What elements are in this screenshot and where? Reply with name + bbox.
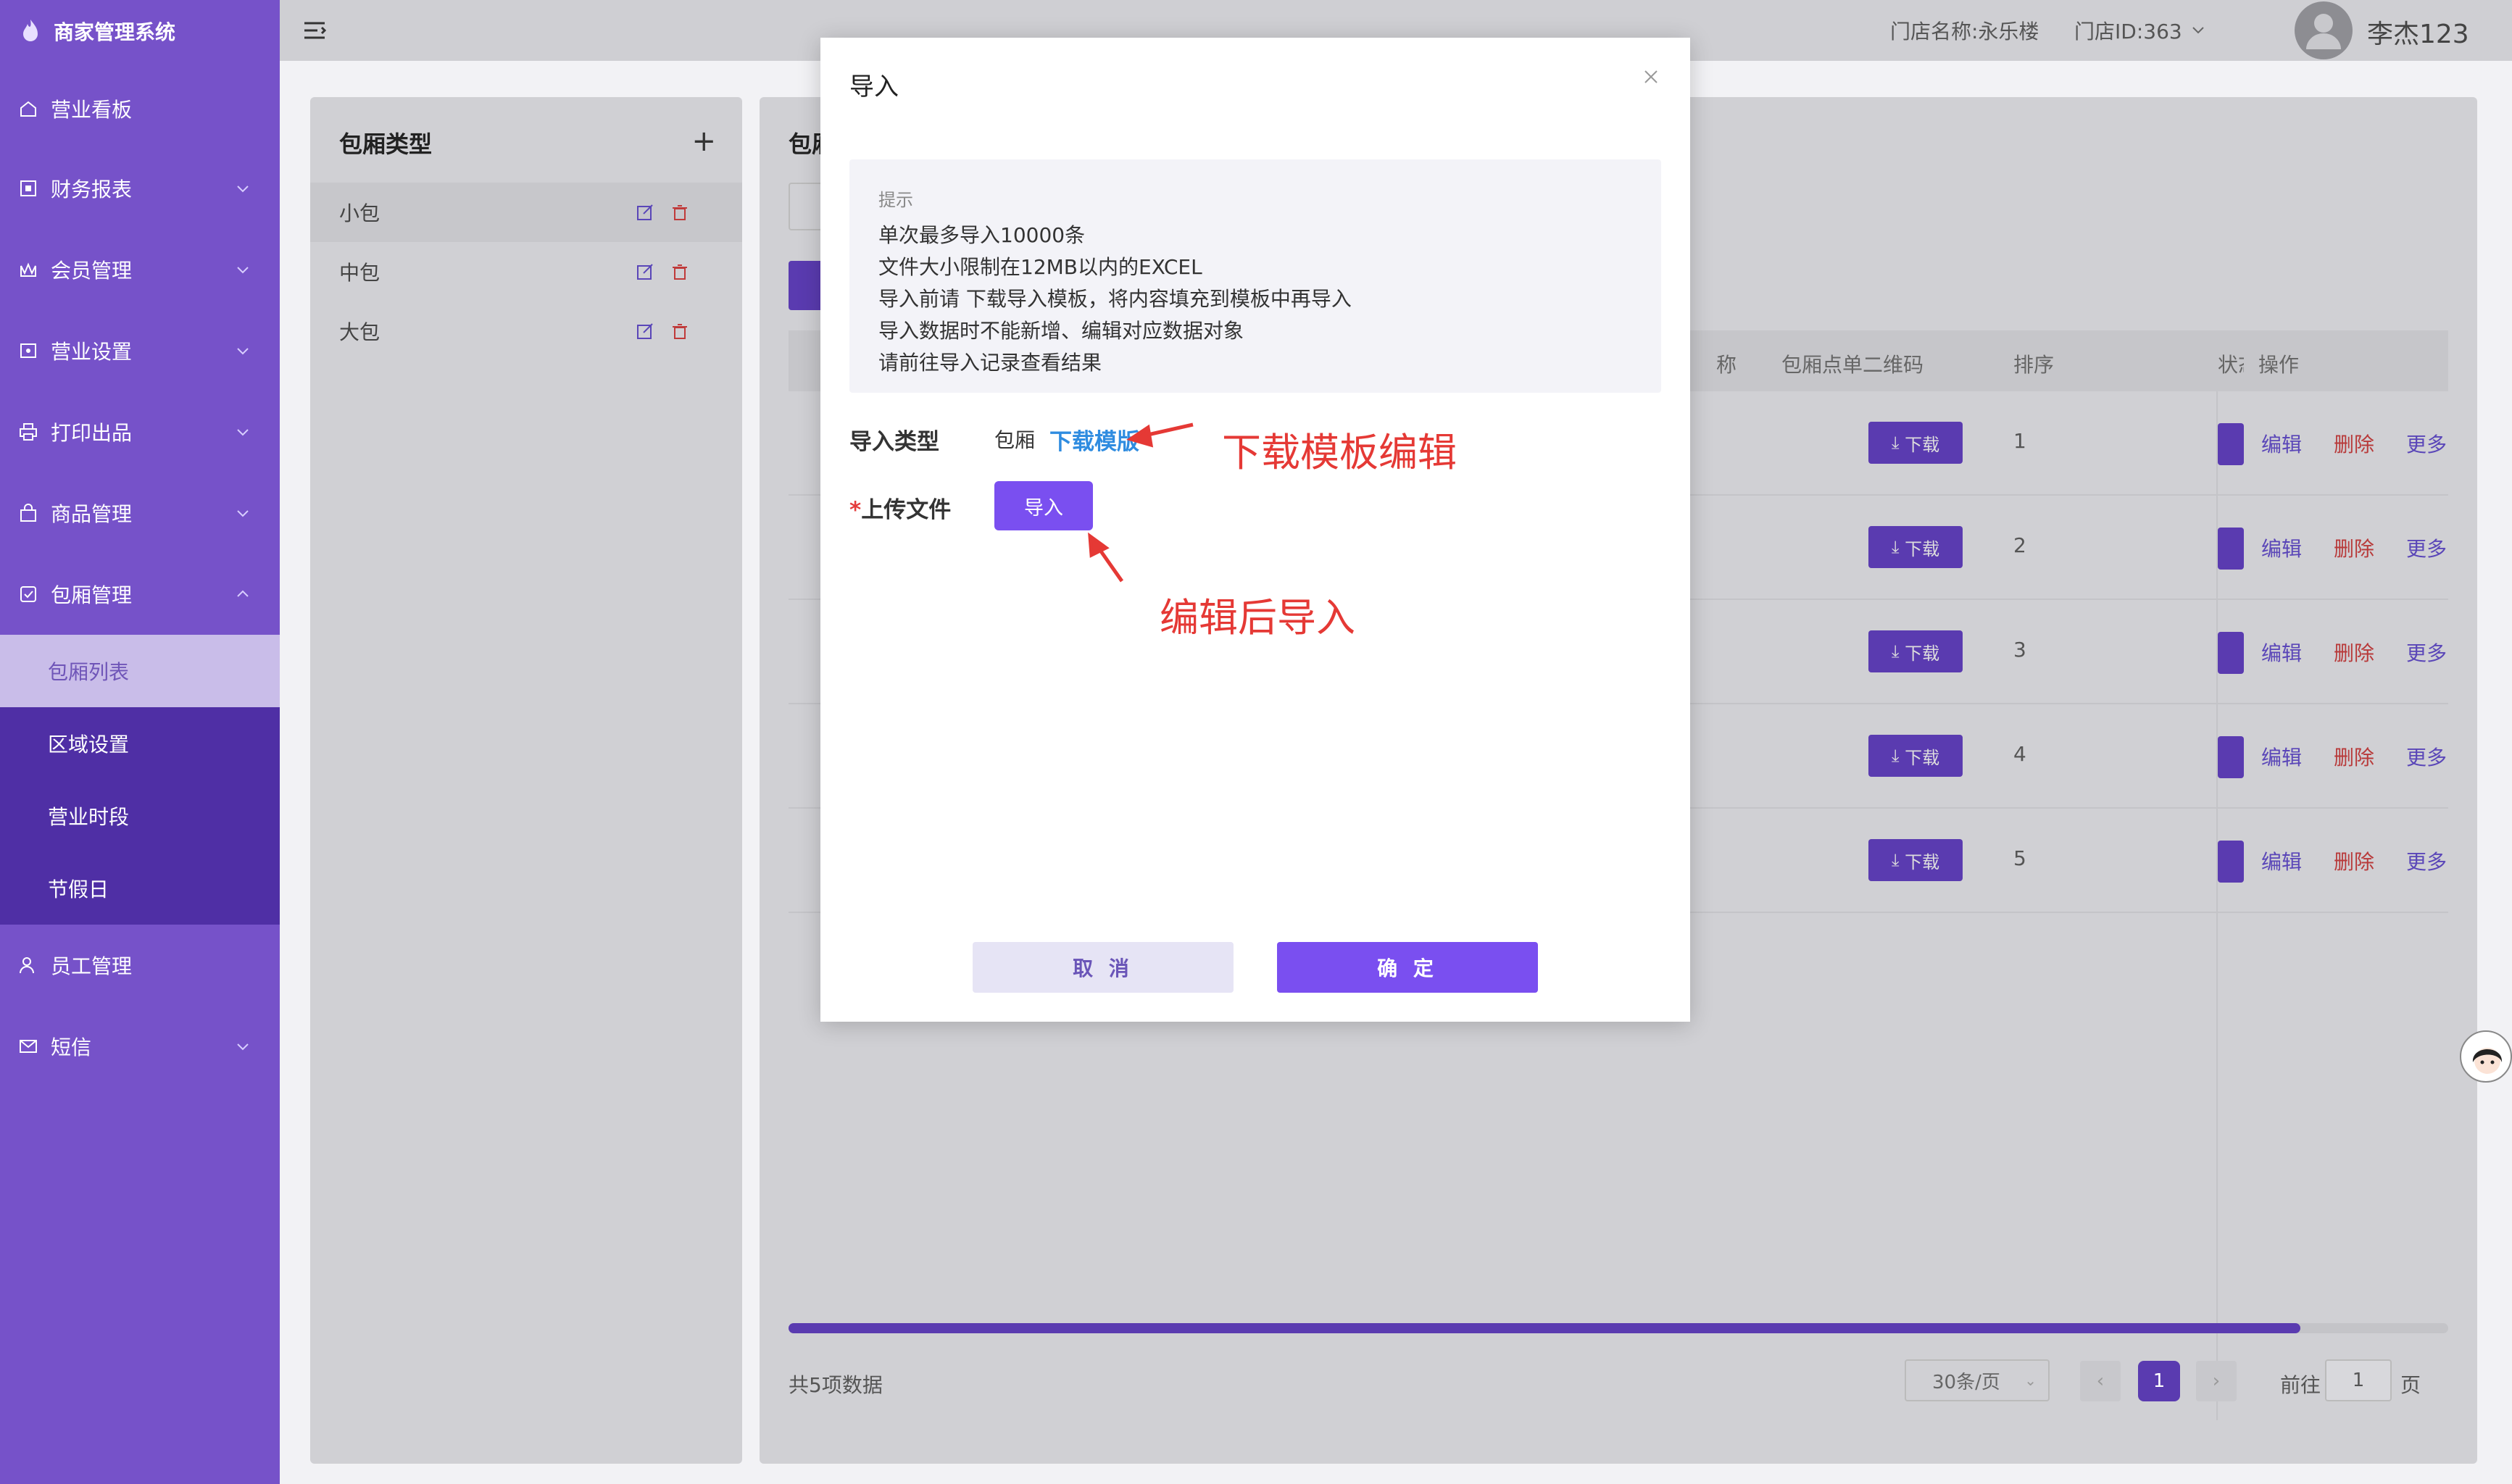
arrow-to-download-link [1126, 422, 1194, 448]
annotation-arrows [1088, 422, 1194, 583]
app-root: 商家管理系统 营业看板 财务报表 会员管理 营业设置 打印出品 商品管理 包厢管… [0, 0, 2512, 1484]
arrow-to-import-button [1088, 532, 1124, 583]
